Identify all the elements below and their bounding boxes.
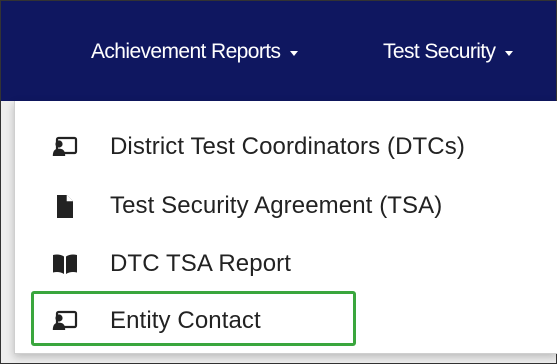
open-book-icon	[52, 252, 78, 276]
caret-down-icon	[290, 50, 299, 56]
contact-card-icon	[52, 309, 78, 333]
test-security-dropdown-menu: District Test Coordinators (DTCs) Test S…	[14, 101, 557, 354]
menu-item-test-security-agreement[interactable]: Test Security Agreement (TSA)	[15, 184, 557, 228]
window-frame: Achievement Reports Test Security Distri…	[0, 0, 557, 364]
menu-item-entity-contact[interactable]: Entity Contact	[15, 299, 557, 343]
menu-item-district-test-coordinators[interactable]: District Test Coordinators (DTCs)	[15, 125, 557, 169]
nav-test-security-label: Test Security	[383, 40, 496, 63]
top-navbar: Achievement Reports Test Security	[1, 1, 556, 101]
menu-item-label: DTC TSA Report	[110, 250, 292, 277]
contact-card-icon	[52, 135, 78, 159]
menu-item-label: Test Security Agreement (TSA)	[110, 192, 443, 219]
menu-item-label: Entity Contact	[110, 307, 261, 334]
document-icon	[52, 194, 78, 218]
menu-item-label: District Test Coordinators (DTCs)	[110, 133, 465, 160]
nav-achievement-reports-label: Achievement Reports	[91, 40, 281, 63]
nav-test-security[interactable]: Test Security	[383, 37, 514, 67]
nav-achievement-reports[interactable]: Achievement Reports	[91, 37, 299, 67]
menu-item-dtc-tsa-report[interactable]: DTC TSA Report	[15, 242, 557, 286]
caret-down-icon	[505, 50, 514, 56]
